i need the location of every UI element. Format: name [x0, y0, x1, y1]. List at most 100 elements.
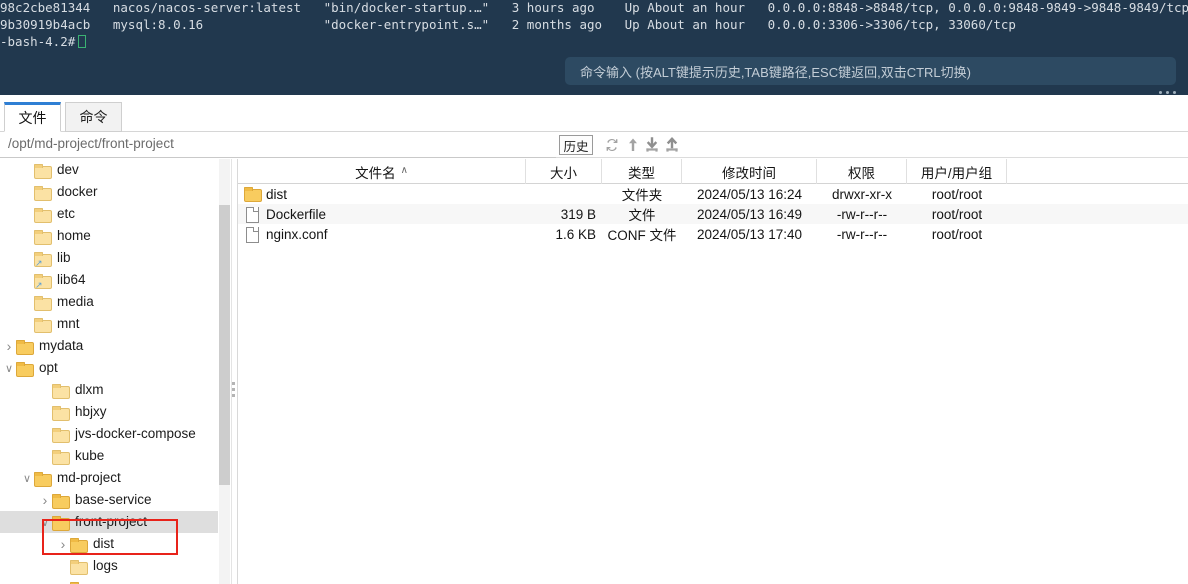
grip-dot [1166, 91, 1169, 94]
chevron-right-icon[interactable] [56, 533, 70, 555]
cell-name: Dockerfile [244, 204, 526, 224]
path-bar: /opt/md-project/front-project [0, 132, 1188, 158]
directory-tree[interactable]: dev docker etc home ↗ lib ↗ lib64 media mnt mydata… [0, 159, 218, 584]
grip-dot [232, 394, 235, 397]
folder-icon [16, 339, 34, 355]
folder-icon [34, 317, 52, 333]
column-header-mtime[interactable]: 修改时间 [682, 159, 817, 184]
cell-mtime: 2024/05/13 16:49 [682, 204, 817, 224]
folder-icon [52, 383, 70, 399]
terminal-resize-grip[interactable] [1159, 91, 1176, 94]
history-button[interactable]: 历史 [559, 135, 593, 155]
tree-item-media[interactable]: media [0, 291, 218, 313]
cell-owner: root/root [907, 204, 1007, 224]
folder-icon [34, 471, 52, 487]
tree-item-label: mydata [39, 338, 84, 353]
tree-item-label: home [57, 228, 91, 243]
folder-icon [34, 229, 52, 245]
folder-icon [244, 187, 262, 202]
folder-symlink-icon: ↗ [34, 251, 52, 267]
tree-item-logs[interactable]: logs [0, 555, 218, 577]
tree-item-hbjxy[interactable]: hbjxy [0, 401, 218, 423]
chevron-down-icon[interactable] [20, 467, 34, 489]
caret-placeholder [38, 423, 52, 445]
chevron-right-icon[interactable] [2, 335, 16, 357]
tree-item-label: kube [75, 448, 105, 463]
file-row[interactable]: Dockerfile 319 B 文件 2024/05/13 16:49 -rw-r--… [238, 204, 1188, 224]
tree-item-mnt[interactable]: mnt [0, 313, 218, 335]
terminal-output: 98c2cbe81344 nacos/nacos-server:latest "… [0, 0, 1188, 50]
column-header-label: 大小 [550, 165, 577, 181]
column-header-label: 权限 [848, 165, 875, 181]
file-row[interactable]: dist 文件夹 2024/05/13 16:24 drwxr-xr-x root/ro… [238, 184, 1188, 204]
folder-icon [52, 449, 70, 465]
caret-placeholder [20, 159, 34, 181]
cell-perm: -rw-r--r-- [817, 224, 907, 244]
chevron-right-icon[interactable] [38, 489, 52, 511]
cell-mtime-text: 2024/05/13 16:24 [696, 186, 803, 202]
cell-mtime: 2024/05/13 16:24 [682, 184, 817, 204]
cell-name-text: Dockerfile [266, 206, 327, 222]
file-list-body[interactable]: dist 文件夹 2024/05/13 16:24 drwxr-xr-x root/ro… [238, 184, 1188, 244]
column-header-owner[interactable]: 用户/用户组 [907, 159, 1007, 184]
cell-type: 文件 [602, 204, 682, 224]
column-header-label: 修改时间 [722, 165, 776, 181]
caret-placeholder [20, 181, 34, 203]
terminal-line: 98c2cbe81344 nacos/nacos-server:latest "… [0, 0, 1188, 15]
cell-type-text: 文件 [628, 208, 656, 223]
tree-item-opt[interactable]: opt [0, 357, 218, 379]
chevron-down-icon[interactable] [38, 511, 52, 533]
terminal-panel[interactable]: 98c2cbe81344 nacos/nacos-server:latest "… [0, 0, 1188, 95]
tree-item-label: etc [57, 206, 76, 221]
tab-files[interactable]: 文件 [4, 102, 61, 132]
tree-item-docker[interactable]: docker [0, 181, 218, 203]
tab-files-label: 文件 [18, 110, 47, 126]
folder-icon [52, 427, 70, 443]
tree-item-mydata[interactable]: mydata [0, 335, 218, 357]
upload-icon[interactable] [663, 136, 681, 154]
file-list-panel[interactable]: 文件名 ∧ 大小 类型 修改时间 权限 用户/用户组 dist 文件夹 2024/05/13 1… [237, 159, 1188, 584]
tab-commands-label: 命令 [79, 109, 108, 125]
tree-item-label: lib64 [57, 272, 86, 287]
tree-item-md-project[interactable]: md-project [0, 467, 218, 489]
download-icon[interactable] [643, 136, 661, 154]
terminal-line: -bash-4.2# [0, 33, 1188, 50]
column-header-size[interactable]: 大小 [526, 159, 602, 184]
tree-item-unnamed[interactable] [0, 577, 218, 584]
folder-icon [52, 493, 70, 509]
tree-scrollbar-thumb[interactable] [219, 205, 230, 485]
tree-item-jvs-docker-compose[interactable]: jvs-docker-compose [0, 423, 218, 445]
tab-commands[interactable]: 命令 [65, 102, 122, 132]
column-header-name[interactable]: 文件名 ∧ [238, 159, 526, 184]
folder-symlink-icon: ↗ [34, 273, 52, 289]
tree-item-home[interactable]: home [0, 225, 218, 247]
file-row[interactable]: nginx.conf 1.6 KB CONF 文件 2024/05/13 17:40 -… [238, 224, 1188, 244]
folder-icon [34, 207, 52, 223]
column-header-perm[interactable]: 权限 [817, 159, 907, 184]
parent-folder-icon[interactable] [624, 136, 642, 154]
tree-item-base-service[interactable]: base-service [0, 489, 218, 511]
sort-ascending-icon: ∧ [400, 165, 408, 176]
splitter-grip[interactable] [232, 382, 235, 397]
tree-item-front-project[interactable]: front-project [0, 511, 218, 533]
chevron-down-icon[interactable] [2, 357, 16, 379]
cell-mtime-text: 2024/05/13 16:49 [696, 206, 803, 222]
tree-item-dist[interactable]: dist [0, 533, 218, 555]
file-list-header: 文件名 ∧ 大小 类型 修改时间 权限 用户/用户组 [238, 159, 1188, 184]
path-input[interactable]: /opt/md-project/front-project [8, 136, 174, 151]
cell-perm-text: -rw-r--r-- [836, 206, 888, 222]
tree-item-lib64[interactable]: ↗ lib64 [0, 269, 218, 291]
grip-dot [1159, 91, 1162, 94]
tree-item-lib[interactable]: ↗ lib [0, 247, 218, 269]
tree-item-etc[interactable]: etc [0, 203, 218, 225]
cell-owner: root/root [907, 224, 1007, 244]
tree-item-dev[interactable]: dev [0, 159, 218, 181]
tree-item-dlxm[interactable]: dlxm [0, 379, 218, 401]
tree-item-kube[interactable]: kube [0, 445, 218, 467]
command-input[interactable]: 命令输入 (按ALT键提示历史,TAB键路径,ESC键返回,双击CTRL切换) [565, 57, 1176, 85]
refresh-icon[interactable] [603, 136, 621, 154]
column-header-type[interactable]: 类型 [602, 159, 682, 184]
caret-placeholder [38, 401, 52, 423]
cell-type-text: CONF 文件 [607, 228, 677, 243]
command-input-placeholder: 命令输入 (按ALT键提示历史,TAB键路径,ESC键返回,双击CTRL切换) [580, 64, 971, 80]
